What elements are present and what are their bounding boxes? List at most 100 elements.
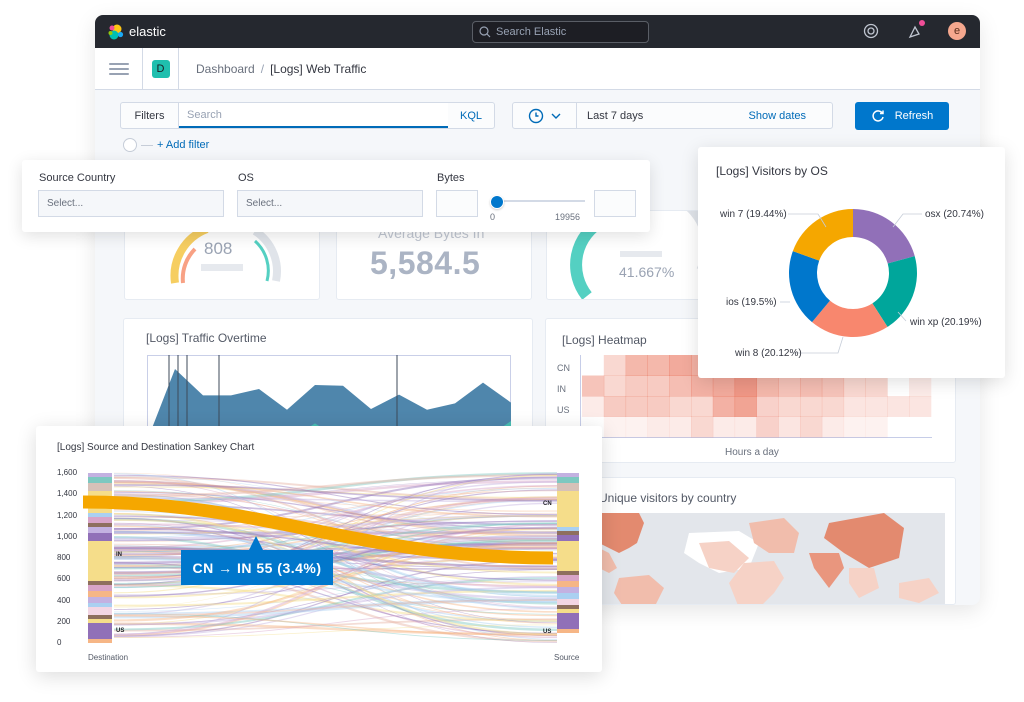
show-dates-link[interactable]: Show dates xyxy=(749,110,806,122)
heatmap-title: [Logs] Heatmap xyxy=(562,333,647,347)
filters-button[interactable]: Filters xyxy=(121,103,179,128)
heatmap-cell xyxy=(603,375,627,397)
menu-button[interactable] xyxy=(95,47,143,90)
visitors-by-os-chart xyxy=(780,209,922,354)
heatmap-cell xyxy=(603,396,627,417)
filter-toggle[interactable] xyxy=(123,138,137,152)
gauge-arc-orange xyxy=(180,247,197,284)
metric-average-bytes-value: 5,584.5 xyxy=(370,245,481,281)
elastic-logo[interactable]: elastic xyxy=(107,23,166,41)
date-range-display[interactable]: Last 7 days Show dates xyxy=(577,103,832,128)
heatmap-cell xyxy=(625,375,648,397)
heatmap-cell xyxy=(691,416,714,438)
global-header: elastic Search Elastic e xyxy=(95,15,980,48)
elastic-logo-icon xyxy=(108,24,124,39)
breadcrumb-dashboard[interactable]: Dashboard xyxy=(196,62,255,76)
sankey-node xyxy=(557,581,579,587)
space-selector[interactable]: D xyxy=(143,47,179,90)
sankey-node xyxy=(557,599,579,605)
heatmap-cell xyxy=(603,355,627,376)
os-label-winxp: win xp (20.19%) xyxy=(910,317,982,328)
sankey-node xyxy=(557,593,579,599)
sankey-node xyxy=(88,597,112,603)
space-avatar: D xyxy=(151,59,170,78)
sankey-node xyxy=(88,523,112,527)
heatmap-cell xyxy=(712,396,736,417)
heatmap-cell xyxy=(669,375,692,397)
sankey-node xyxy=(88,619,112,623)
sankey-node xyxy=(88,477,112,483)
os-select[interactable]: Select... xyxy=(237,190,423,217)
breadcrumb-separator: / xyxy=(260,61,265,76)
global-search-input[interactable]: Search Elastic xyxy=(472,21,649,43)
heatmap-cell xyxy=(821,375,845,397)
help-lifebuoy-icon xyxy=(863,23,879,39)
kql-language-button[interactable]: KQL xyxy=(448,103,494,128)
map-title: Unique visitors by country xyxy=(599,491,737,505)
bytes-max-input[interactable] xyxy=(594,190,636,217)
sankey-node xyxy=(557,473,579,477)
sankey-node-label: CN xyxy=(543,501,552,507)
sankey-source-label: Source xyxy=(554,653,580,662)
sankey-node xyxy=(88,615,112,619)
heatmap-cell xyxy=(800,375,823,397)
query-search-input[interactable] xyxy=(179,103,448,128)
heatmap-cell xyxy=(843,416,866,438)
heatmap-cell xyxy=(778,416,801,438)
sankey-node-label: US xyxy=(543,629,552,635)
refresh-button[interactable]: Refresh xyxy=(855,102,949,130)
world-map[interactable] xyxy=(599,513,945,605)
nav-bar: D Dashboard / [Logs] Web Traffic xyxy=(95,47,980,90)
refresh-label: Refresh xyxy=(894,110,934,122)
add-filter-row: + Add filter xyxy=(123,138,209,152)
heatmap-cell xyxy=(909,375,932,397)
help-button[interactable] xyxy=(860,20,882,42)
sankey-node-label: IN xyxy=(116,552,122,558)
heatmap-cell xyxy=(821,416,845,438)
source-country-label: Source Country xyxy=(39,172,116,184)
date-range-label: Last 7 days xyxy=(587,109,644,122)
heatmap-cell xyxy=(734,375,757,397)
chevron-down-icon xyxy=(551,113,561,119)
heatmap-x-label: Hours a day xyxy=(725,447,779,458)
sankey-node xyxy=(557,609,579,613)
heatmap-cell xyxy=(625,355,648,376)
donut-slice-win-7 xyxy=(792,209,853,261)
bytes-label: Bytes xyxy=(437,172,465,184)
sankey-node xyxy=(557,535,579,541)
global-search-placeholder: Search Elastic xyxy=(496,26,567,38)
sankey-node xyxy=(557,491,579,527)
heatmap-cell xyxy=(843,375,866,397)
sankey-node xyxy=(88,513,112,517)
heatmap-cell xyxy=(603,416,627,438)
heatmap-cell xyxy=(691,396,714,417)
quick-date-menu-button[interactable] xyxy=(513,103,577,128)
add-filter-button[interactable]: + Add filter xyxy=(157,139,209,151)
traffic-overtime-panel: [Logs] Traffic Overtime xyxy=(123,318,533,438)
sankey-node xyxy=(88,527,112,533)
gauge-right-value: 41.667% xyxy=(619,264,675,280)
source-country-select[interactable]: Select... xyxy=(38,190,224,217)
gauge-right-fill xyxy=(570,215,606,299)
bytes-slider-track[interactable] xyxy=(497,200,585,202)
bytes-min-input[interactable] xyxy=(436,190,478,217)
bytes-slider-min: 0 xyxy=(490,212,496,222)
sankey-node xyxy=(557,541,579,571)
donut-slice-osx xyxy=(853,209,915,264)
heatmap-cell xyxy=(778,396,801,417)
breadcrumb-current: [Logs] Web Traffic xyxy=(270,61,367,76)
heatmap-cell xyxy=(734,396,757,417)
bytes-slider-handle[interactable] xyxy=(490,195,504,209)
newsfeed-button[interactable] xyxy=(904,20,926,42)
sankey-node xyxy=(557,587,579,593)
sankey-node xyxy=(88,483,112,491)
traffic-overtime-title: [Logs] Traffic Overtime xyxy=(146,331,267,345)
heatmap-cell xyxy=(712,375,736,397)
heatmap-cell xyxy=(821,396,845,417)
heatmap-cell xyxy=(909,396,932,417)
user-avatar[interactable]: e xyxy=(948,22,966,40)
heatmap-cell xyxy=(887,396,910,417)
sankey-node xyxy=(88,607,112,615)
os-label-osx: osx (20.74%) xyxy=(925,209,984,220)
sankey-node xyxy=(557,571,579,575)
